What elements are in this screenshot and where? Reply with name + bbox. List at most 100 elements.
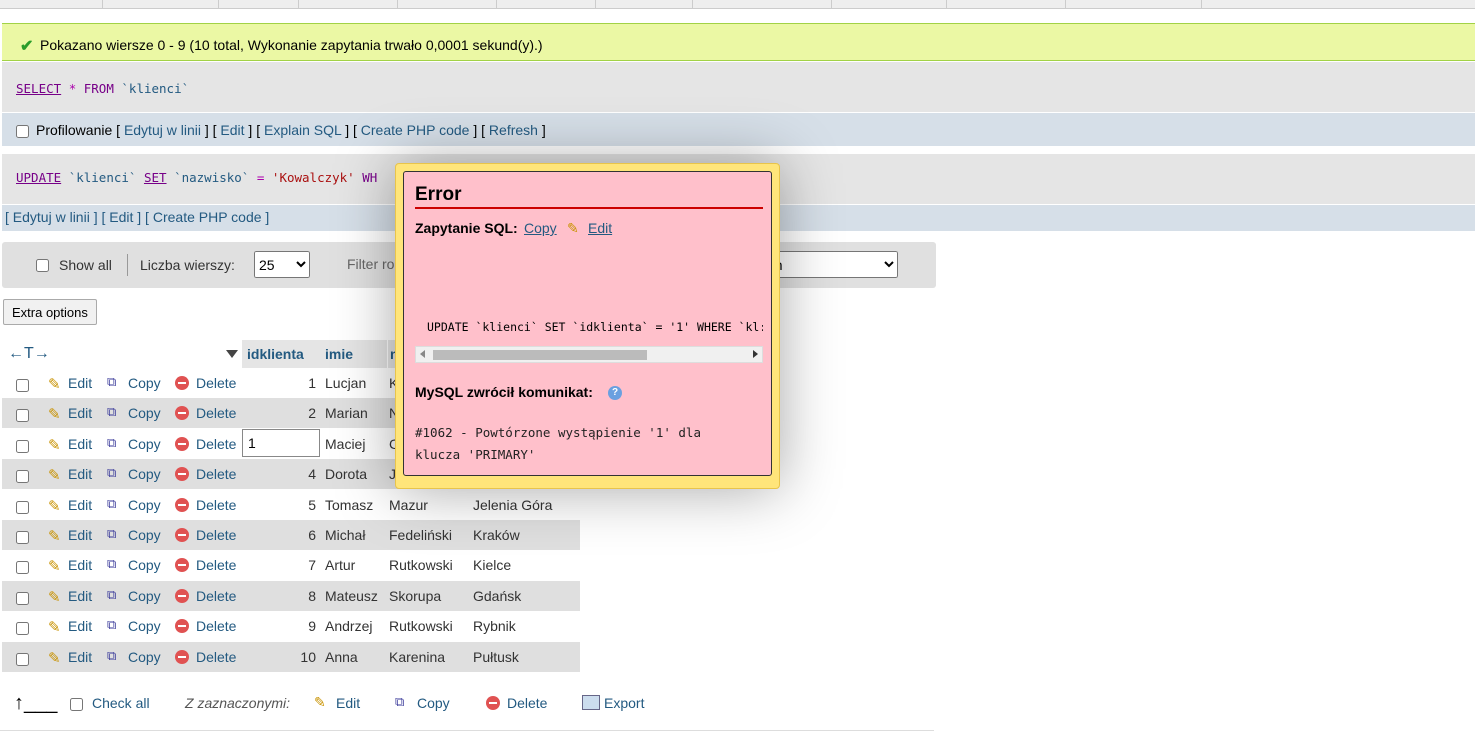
inline-edit-link[interactable]: Edytuj w linii [13,209,90,225]
row-copy-button[interactable]: Copy [128,588,161,604]
row-copy-button[interactable]: Copy [128,527,161,543]
copy-icon: ⧉ [107,617,117,633]
rows-select[interactable]: 25 [254,251,310,278]
row-delete-button[interactable]: Delete [196,405,236,421]
row-checkbox[interactable] [16,622,29,636]
column-header-idklienta[interactable]: idklienta [242,340,325,368]
error-message: #1062 - Powtórzone wystąpienie '1' dla k… [415,425,701,462]
row-delete-button[interactable]: Delete [196,618,236,634]
table-row: ✎ Edit ⧉ Copy Delete 9 Andrzej Rutkowski Rybnik [2,611,580,642]
row-delete-button[interactable]: Delete [196,557,236,573]
edit-link[interactable]: Edit [109,209,133,225]
row-copy-button[interactable]: Copy [128,405,161,421]
row-copy-button[interactable]: Copy [128,557,161,573]
row-copy-button[interactable]: Copy [128,466,161,482]
table-row: ✎ Edit ⧉ Copy Delete 7 Artur Rutkowski Kielce [2,550,580,581]
row-delete-button[interactable]: Delete [196,375,236,391]
extra-options-button[interactable]: Extra options [3,299,97,325]
row-delete-button[interactable]: Delete [196,649,236,665]
row-checkbox[interactable] [16,379,29,392]
check-all-link[interactable]: Check all [92,695,150,711]
pencil-icon: ✎ [48,528,61,545]
horizontal-scrollbar[interactable] [415,346,763,363]
arrow-up-icon: ↑___ [14,692,58,714]
row-delete-button[interactable]: Delete [196,497,236,513]
check-all-checkbox[interactable] [70,698,83,711]
cell-imie: Lucjan [325,375,367,391]
row-delete-button[interactable]: Delete [196,588,236,604]
refresh-link[interactable]: Refresh [489,122,538,138]
update-query-text: UPDATE `klienci` SET `nazwisko` = 'Kowal… [16,170,378,185]
inline-edit-link[interactable]: Edytuj w linii [124,122,201,138]
pencil-icon: ✎ [48,649,61,667]
row-copy-button[interactable]: Copy [128,649,161,665]
row-copy-button[interactable]: Copy [128,618,161,634]
explain-sql-link[interactable]: Explain SQL [264,122,341,138]
row-edit-button[interactable]: Edit [68,436,92,452]
edit-query-link[interactable]: Edit [588,220,612,236]
row-checkbox[interactable] [16,439,29,453]
delete-icon [175,376,189,390]
row-copy-button[interactable]: Copy [128,436,161,452]
create-php-link[interactable]: Create PHP code [153,209,262,225]
row-edit-button[interactable]: Edit [68,405,92,421]
error-title: Error [415,184,462,205]
edit-link[interactable]: Edit [220,122,244,138]
scroll-right-icon[interactable] [753,350,758,358]
pencil-icon: ✎ [48,376,61,393]
copy-icon: ⧉ [107,404,117,420]
error-dialog[interactable]: Error Zapytanie SQL: Copy ✎ Edit UPDATE … [395,163,780,489]
row-checkbox[interactable] [16,470,29,484]
row-edit-button[interactable]: Edit [68,466,92,482]
cell-idklienta: 1 [308,375,316,391]
column-arrows[interactable]: ←T→ [8,345,50,363]
copy-icon: ⧉ [107,556,117,572]
error-query-code: UPDATE `klienci` SET `idklienta` = '1' W… [427,320,763,334]
sort-triangle-icon[interactable] [226,350,238,358]
show-all-checkbox[interactable] [36,259,49,272]
row-checkbox[interactable] [16,561,29,575]
sql-query-box: SELECT * FROM `klienci` [2,62,1475,112]
inline-edit-input[interactable] [242,428,320,457]
cell-imie: Mateusz [325,587,378,604]
row-checkbox[interactable] [16,652,29,666]
rows-label: Liczba wierszy: [140,257,235,273]
profiling-checkbox[interactable] [16,125,29,138]
sort-select[interactable]: en [762,251,898,278]
column-header-imie[interactable]: imie [322,340,387,368]
bulk-edit-button[interactable]: Edit [336,695,360,711]
row-edit-button[interactable]: Edit [68,375,92,391]
cell-nazwisko: Rutkowski [389,618,453,635]
delete-icon [175,406,189,421]
row-delete-button[interactable]: Delete [196,527,236,543]
row-copy-button[interactable]: Copy [128,497,161,513]
pencil-icon: ✎ [48,619,61,637]
row-edit-button[interactable]: Edit [68,588,92,604]
bulk-export-button[interactable]: Export [604,695,644,711]
row-checkbox[interactable] [16,409,29,423]
copy-query-link[interactable]: Copy [524,220,557,236]
row-edit-button[interactable]: Edit [68,557,92,573]
export-icon [582,695,600,710]
row-edit-button[interactable]: Edit [68,497,92,513]
row-checkbox[interactable] [16,591,29,605]
top-tab-strip [0,0,1475,9]
row-edit-button[interactable]: Edit [68,618,92,634]
row-copy-button[interactable]: Copy [128,375,161,391]
bulk-delete-button[interactable]: Delete [507,695,547,711]
create-php-link[interactable]: Create PHP code [361,122,470,138]
scroll-thumb[interactable] [433,350,647,360]
table-row: ✎ Edit ⧉ Copy Delete 10 Anna Karenina Pułtusk [2,641,580,672]
row-edit-button[interactable]: Edit [68,649,92,665]
bulk-copy-button[interactable]: Copy [417,695,450,711]
row-edit-button[interactable]: Edit [68,527,92,543]
scroll-left-icon[interactable] [420,350,425,358]
help-icon[interactable]: ? [608,386,622,400]
row-delete-button[interactable]: Delete [196,436,236,452]
row-delete-button[interactable]: Delete [196,466,236,482]
cell-nazwisko: Mazur [389,496,428,513]
bulk-actions-bar: ↑___ Check all Z zaznaczonymi: ✎ Edit ⧉ … [0,680,934,731]
row-checkbox[interactable] [16,531,29,544]
row-checkbox[interactable] [16,500,29,514]
pencil-icon: ✎ [314,694,326,710]
